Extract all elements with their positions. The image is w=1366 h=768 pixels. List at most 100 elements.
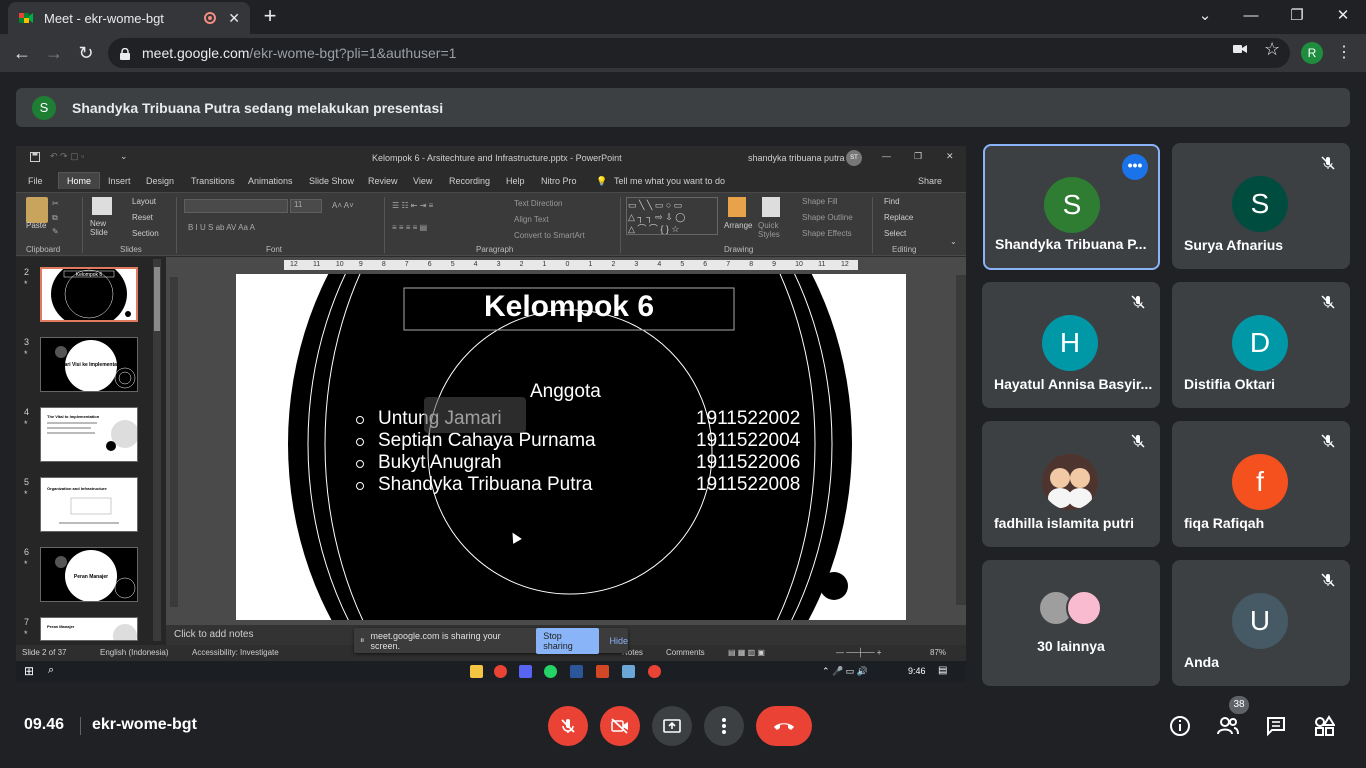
align-icons[interactable]: ≡ ≡ ≡ ≡ ▤ [392,223,427,232]
view-buttons-icon[interactable]: ▤ ▦ ▥ ▣ [728,648,765,657]
font-grow-icon[interactable]: A˄ A˅ [332,201,354,210]
menu-animations[interactable]: Animations [248,176,293,186]
participant-tile[interactable]: fadhilla islamita putri [982,421,1160,547]
quick-styles-icon[interactable] [762,197,780,217]
ppt-share-button[interactable]: Share [918,176,942,186]
back-button[interactable]: ← [9,40,35,66]
layout-button[interactable]: Layout [132,197,156,206]
menu-slide-show[interactable]: Slide Show [309,176,354,186]
restore-button[interactable]: ❐ [1274,0,1320,30]
menu-home[interactable]: Home [58,172,101,189]
replace-button[interactable]: Replace [884,213,913,222]
menu-view[interactable]: View [413,176,432,186]
self-tile[interactable]: U Anda [1172,560,1350,686]
shape-outline-button[interactable]: Shape Outline [802,213,853,222]
participant-tile[interactable]: S Surya Afnarius [1172,143,1350,269]
font-size-box[interactable]: 11 [290,199,322,213]
tab-close-icon[interactable]: ✕ [228,10,240,27]
thumbnail-slide-3[interactable]: Dari Visi ke Implementasi [40,337,138,392]
chrome-icon[interactable] [648,665,661,678]
more-options-icon[interactable]: ••• [1122,154,1148,180]
menu-help[interactable]: Help [506,176,525,186]
zoom-level[interactable]: 87% [930,648,946,657]
mic-toggle-button[interactable] [548,706,588,746]
section-button[interactable]: Section [132,229,159,238]
app-icon[interactable] [622,665,635,678]
accessibility-status[interactable]: Accessibility: Investigate [192,648,279,657]
chrome-icon[interactable] [494,665,507,678]
arrange-button[interactable]: Arrange [724,221,752,230]
menu-nitro[interactable]: Nitro Pro [541,176,577,186]
close-window-button[interactable]: ✕ [1320,0,1366,30]
shared-screen[interactable]: ↶ ↷ ▢ ▫ ⌄ Kelompok 6 - Arsitechture and … [16,146,966,682]
menu-file[interactable]: File [28,176,43,186]
ppt-close-icon[interactable]: ✕ [946,151,954,162]
participant-tile[interactable]: D Distifia Oktari [1172,282,1350,408]
text-direction-button[interactable]: Text Direction [514,199,562,208]
stop-sharing-button[interactable]: Stop sharing [536,627,600,654]
reload-button[interactable]: ↻ [73,40,99,66]
profile-avatar[interactable]: R [1301,42,1323,64]
align-text-button[interactable]: Align Text [514,215,549,224]
camera-blocked-icon[interactable] [1233,42,1247,59]
comments-toggle[interactable]: Comments [666,648,705,657]
tell-me-search[interactable]: Tell me what you want to do [614,176,725,186]
paste-icon[interactable] [26,197,48,223]
thumbnail-slide-7[interactable]: Peran Manajer [40,617,138,641]
quick-styles-button[interactable]: Quick Styles [758,221,788,239]
camera-toggle-button[interactable] [600,706,640,746]
bookmark-star-icon[interactable]: ☆ [1264,39,1280,60]
present-screen-button[interactable] [652,706,692,746]
reset-button[interactable]: Reset [132,213,153,222]
address-bar[interactable]: meet.google.com/ekr-wome-bgt?pli=1&authu… [108,38,1290,68]
file-explorer-icon[interactable] [470,665,483,678]
minimize-button[interactable]: — [1228,0,1274,30]
arrange-icon[interactable] [728,197,746,217]
activities-button[interactable] [1312,714,1336,738]
paste-label[interactable]: Paste [26,221,46,230]
more-participants-tile[interactable]: 30 lainnya [982,560,1160,686]
tab-search-icon[interactable]: ⌄ [1182,0,1228,30]
more-options-button[interactable] [704,706,744,746]
thumbnail-slide-2[interactable]: Kelompok 6 [40,267,138,322]
powerpoint-icon[interactable] [596,665,609,678]
leave-call-button[interactable] [756,706,812,746]
shape-effects-button[interactable]: Shape Effects [802,229,852,238]
windows-start-icon[interactable]: ⊞ [24,664,34,678]
cut-icon[interactable]: ✂ [52,199,59,208]
new-tab-button[interactable]: + [258,5,282,29]
font-name-box[interactable] [184,199,288,213]
zoom-slider[interactable]: — ──┼── + [836,648,881,657]
menu-review[interactable]: Review [368,176,398,186]
hide-button[interactable]: Hide [609,636,628,646]
shapes-gallery[interactable]: ▭ ╲ ╲ ▭ ○ ▭ △ ┐ ┐ ⇨ ⇩ ◯ △ ⌒ ⌒ { } ☆ [626,197,718,235]
ppt-restore-icon[interactable]: ❐ [914,151,922,162]
browser-tab-meet[interactable]: Meet - ekr-wome-bgt ✕ [8,2,250,34]
people-button[interactable] [1216,714,1240,738]
browser-menu-icon[interactable]: ⋮ [1336,42,1352,62]
thumbnail-slide-5[interactable]: Organization and Infrastructure [40,477,138,532]
copy-icon[interactable]: ⧉ [52,213,58,223]
forward-button[interactable]: → [41,40,67,66]
menu-transitions[interactable]: Transitions [191,176,235,186]
participant-tile[interactable]: H Hayatul Annisa Basyir... [982,282,1160,408]
search-icon[interactable]: ⌕ [48,664,54,677]
format-painter-icon[interactable]: ✎ [52,227,59,236]
menu-recording[interactable]: Recording [449,176,490,186]
discord-icon[interactable] [519,665,532,678]
whatsapp-icon[interactable] [544,665,557,678]
bold-italic-underline-icons[interactable]: B I U S ab AV Aa A [188,223,255,232]
convert-smartart-button[interactable]: Convert to SmartArt [514,231,585,240]
meeting-details-button[interactable] [1168,714,1192,738]
ribbon-display-icon[interactable]: — [882,151,891,161]
current-slide[interactable]: Kelompok 6 Anggota Untung Jamari 1911522… [236,274,906,620]
word-icon[interactable] [570,665,583,678]
thumbnail-slide-4[interactable]: The Vital to Implementation [40,407,138,462]
language-indicator[interactable]: English (Indonesia) [100,648,168,657]
participant-tile[interactable]: f fiqa Rafiqah [1172,421,1350,547]
floating-slideshow-controls[interactable] [424,397,526,433]
editor-scrollbar[interactable] [956,275,966,605]
bullets-icon[interactable]: ☰ ☷ ⇤ ⇥ ≡ [392,201,433,210]
thumbnails-scrollbar[interactable] [153,259,161,641]
participant-tile[interactable]: S ••• Shandyka Tribuana P... [983,144,1160,270]
